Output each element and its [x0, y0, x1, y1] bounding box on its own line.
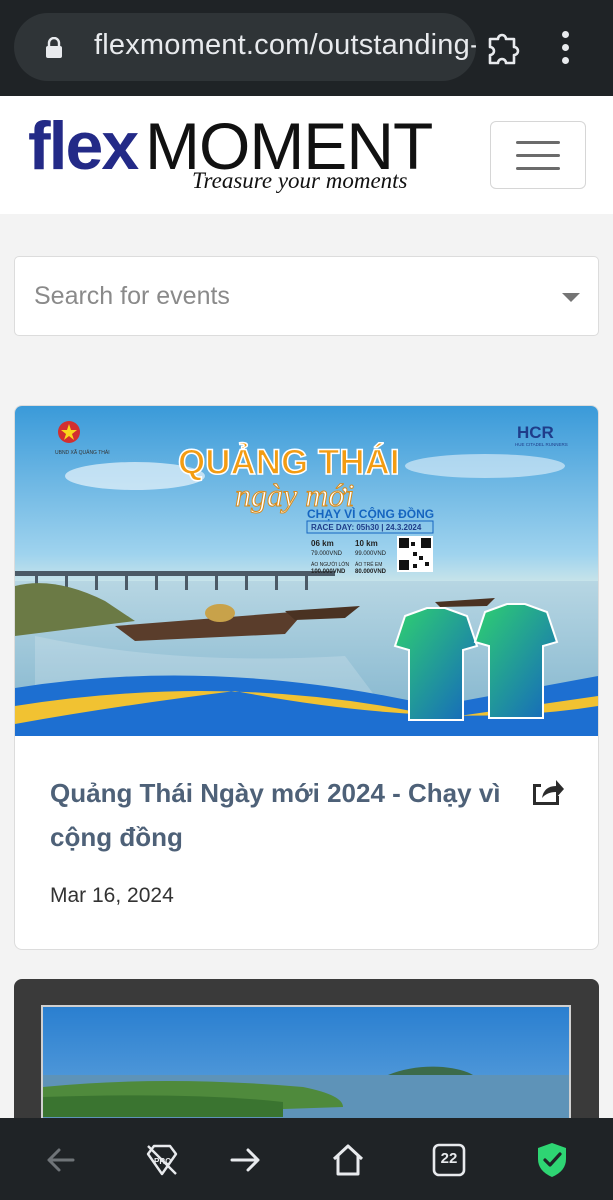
site-header: flex MOMENT Treasure your moments [0, 96, 613, 214]
banner-dist-10: 10 km [355, 539, 378, 548]
extension-puzzle-icon[interactable] [484, 27, 524, 67]
forward-arrow-icon[interactable] [224, 1138, 268, 1182]
event-title[interactable]: Quảng Thái Ngày mới 2024 - Chạy vì cộng … [50, 771, 510, 859]
lock-icon [46, 37, 62, 58]
banner-shirt-kid-label: ÁO TRẺ EM [355, 561, 382, 568]
banner-org-right: HCR [517, 423, 554, 442]
banner-shirt-kid-price: 80.000VND [355, 569, 387, 575]
banner-org-left: UBND XÃ QUẢNG THÁI [55, 449, 110, 456]
pro-diamond-icon[interactable]: PRO [140, 1138, 184, 1182]
event-search-select[interactable]: Search for events [14, 256, 599, 336]
share-icon[interactable] [530, 776, 564, 806]
event-banner-image[interactable]: UBND XÃ QUẢNG THÁI HCR HUE CITADEL RUNNE… [15, 406, 598, 736]
svg-text:PRO: PRO [154, 1157, 171, 1166]
event-card[interactable]: UBND XÃ QUẢNG THÁI HCR HUE CITADEL RUNNE… [14, 405, 599, 950]
banner-race-day: RACE DAY: 05h30 | 24.3.2024 [311, 523, 422, 532]
event-date: Mar 16, 2024 [50, 884, 174, 907]
banner-shirt-adult-price: 100.000VND [311, 569, 346, 575]
browser-toolbar: flexmoment.com/outstanding-e [0, 0, 613, 96]
url-text: flexmoment.com/outstanding-e [94, 29, 476, 61]
dropdown-caret-icon [562, 293, 580, 302]
site-logo[interactable]: flex MOMENT Treasure your moments [28, 110, 468, 206]
banner-org-right-sub: HUE CITADEL RUNNERS [515, 442, 568, 447]
hamburger-menu-icon [516, 141, 560, 144]
banner-title-line1: QUẢNG THÁI [178, 442, 400, 482]
tab-count: 22 [440, 1150, 458, 1167]
search-placeholder: Search for events [34, 282, 230, 310]
banner-price-6: 79.000VND [311, 551, 343, 557]
banner-price-10: 99.000VND [355, 551, 387, 557]
tabs-button[interactable]: 22 [427, 1138, 471, 1182]
back-arrow-icon[interactable] [39, 1138, 83, 1182]
banner-subtitle: CHẠY VÌ CỘNG ĐỒNG [307, 506, 434, 521]
shield-check-icon[interactable] [530, 1138, 574, 1182]
browser-bottom-bar: PRO 22 [0, 1118, 613, 1200]
home-icon[interactable] [326, 1138, 370, 1182]
more-vert-icon[interactable] [556, 31, 576, 65]
hamburger-menu-button[interactable] [490, 121, 586, 189]
logo-tagline: Treasure your moments [192, 168, 408, 193]
url-bar[interactable]: flexmoment.com/outstanding-e [14, 13, 476, 81]
banner-dist-6: 06 km [311, 539, 334, 548]
logo-flex-text: flex [28, 108, 139, 184]
banner-shirt-adult-label: ÁO NGƯỜI LỚN [311, 561, 350, 568]
banner-qr-code [397, 536, 433, 572]
